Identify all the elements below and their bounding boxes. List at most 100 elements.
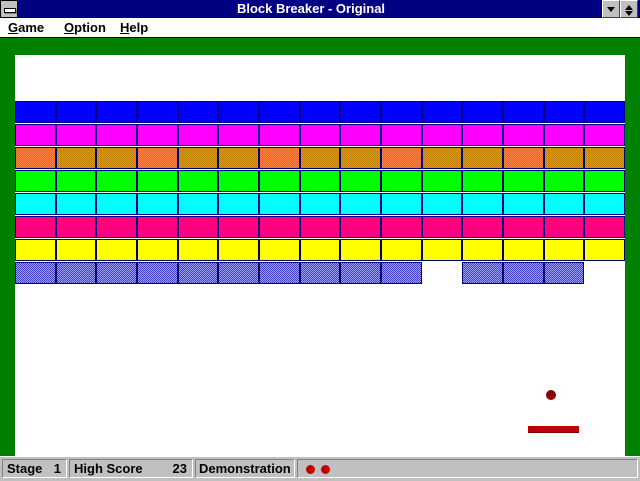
- brick: [259, 193, 300, 215]
- minimize-button[interactable]: [602, 0, 620, 18]
- brick: [96, 147, 137, 169]
- brick: [15, 193, 56, 215]
- status-bar: Stage 1 High Score 23 Demonstration: [0, 456, 640, 481]
- brick: [299, 147, 341, 169]
- brick: [462, 170, 503, 192]
- minimize-icon: [607, 7, 615, 12]
- brick: [584, 216, 625, 238]
- stage-value: 1: [53, 461, 61, 476]
- brick: [503, 193, 544, 215]
- brick: [218, 262, 259, 284]
- high-score-value: 23: [172, 461, 187, 476]
- brick: [259, 170, 300, 192]
- brick: [259, 101, 300, 123]
- brick: [462, 239, 503, 261]
- brick: [55, 262, 97, 284]
- brick: [543, 124, 585, 146]
- brick: [503, 262, 544, 284]
- brick: [15, 170, 56, 192]
- brick: [137, 170, 178, 192]
- ball: [546, 390, 556, 400]
- brick: [381, 124, 422, 146]
- brick: [299, 216, 341, 238]
- lives-panel: [297, 459, 638, 478]
- brick: [543, 262, 585, 284]
- brick: [503, 170, 544, 192]
- brick: [96, 239, 137, 261]
- brick: [584, 170, 625, 192]
- brick: [177, 124, 219, 146]
- brick: [462, 193, 503, 215]
- brick: [137, 262, 178, 284]
- brick: [15, 216, 56, 238]
- brick: [584, 239, 625, 261]
- brick: [381, 170, 422, 192]
- brick: [218, 193, 259, 215]
- brick: [381, 101, 422, 123]
- menu-game[interactable]: Game: [8, 19, 44, 36]
- high-score-label: High Score: [74, 461, 143, 476]
- window-title: Block Breaker - Original: [236, 1, 386, 16]
- paddle[interactable]: [528, 426, 579, 433]
- maximize-button[interactable]: [620, 0, 638, 18]
- menu-bar: Game Option Help: [0, 18, 640, 38]
- menu-option[interactable]: Option: [64, 19, 106, 36]
- brick: [340, 216, 381, 238]
- brick: [15, 147, 56, 169]
- mode-text: Demonstration: [199, 461, 291, 476]
- brick: [340, 124, 381, 146]
- brick: [340, 239, 381, 261]
- brick: [340, 193, 381, 215]
- brick: [218, 101, 259, 123]
- brick: [96, 124, 137, 146]
- brick: [462, 124, 503, 146]
- brick: [421, 101, 463, 123]
- brick: [543, 216, 585, 238]
- brick: [462, 216, 503, 238]
- system-menu-button[interactable]: [0, 0, 18, 18]
- brick: [96, 193, 137, 215]
- brick: [259, 262, 300, 284]
- brick: [15, 239, 56, 261]
- brick: [55, 193, 97, 215]
- brick: [462, 147, 503, 169]
- brick: [381, 193, 422, 215]
- brick: [381, 239, 422, 261]
- brick: [381, 216, 422, 238]
- brick: [137, 124, 178, 146]
- brick: [177, 193, 219, 215]
- brick: [340, 170, 381, 192]
- brick: [503, 239, 544, 261]
- brick: [55, 147, 97, 169]
- menu-help[interactable]: Help: [120, 19, 148, 36]
- brick: [462, 262, 503, 284]
- brick: [218, 147, 259, 169]
- brick: [96, 216, 137, 238]
- maximize-up-icon: [625, 5, 633, 10]
- brick: [543, 239, 585, 261]
- brick: [543, 170, 585, 192]
- brick: [15, 124, 56, 146]
- brick: [96, 262, 137, 284]
- brick: [55, 101, 97, 123]
- brick: [299, 262, 341, 284]
- brick: [259, 239, 300, 261]
- brick: [55, 239, 97, 261]
- playfield[interactable]: [15, 55, 625, 456]
- brick: [381, 262, 422, 284]
- brick: [177, 147, 219, 169]
- brick: [137, 239, 178, 261]
- brick: [96, 170, 137, 192]
- brick: [55, 216, 97, 238]
- brick: [421, 239, 463, 261]
- brick: [137, 147, 178, 169]
- brick: [421, 216, 463, 238]
- brick: [340, 147, 381, 169]
- brick: [421, 124, 463, 146]
- life-icon: [306, 465, 315, 474]
- brick: [299, 124, 341, 146]
- brick: [177, 216, 219, 238]
- maximize-down-icon: [625, 11, 633, 16]
- title-bar: Block Breaker - Original: [0, 0, 640, 18]
- brick: [137, 193, 178, 215]
